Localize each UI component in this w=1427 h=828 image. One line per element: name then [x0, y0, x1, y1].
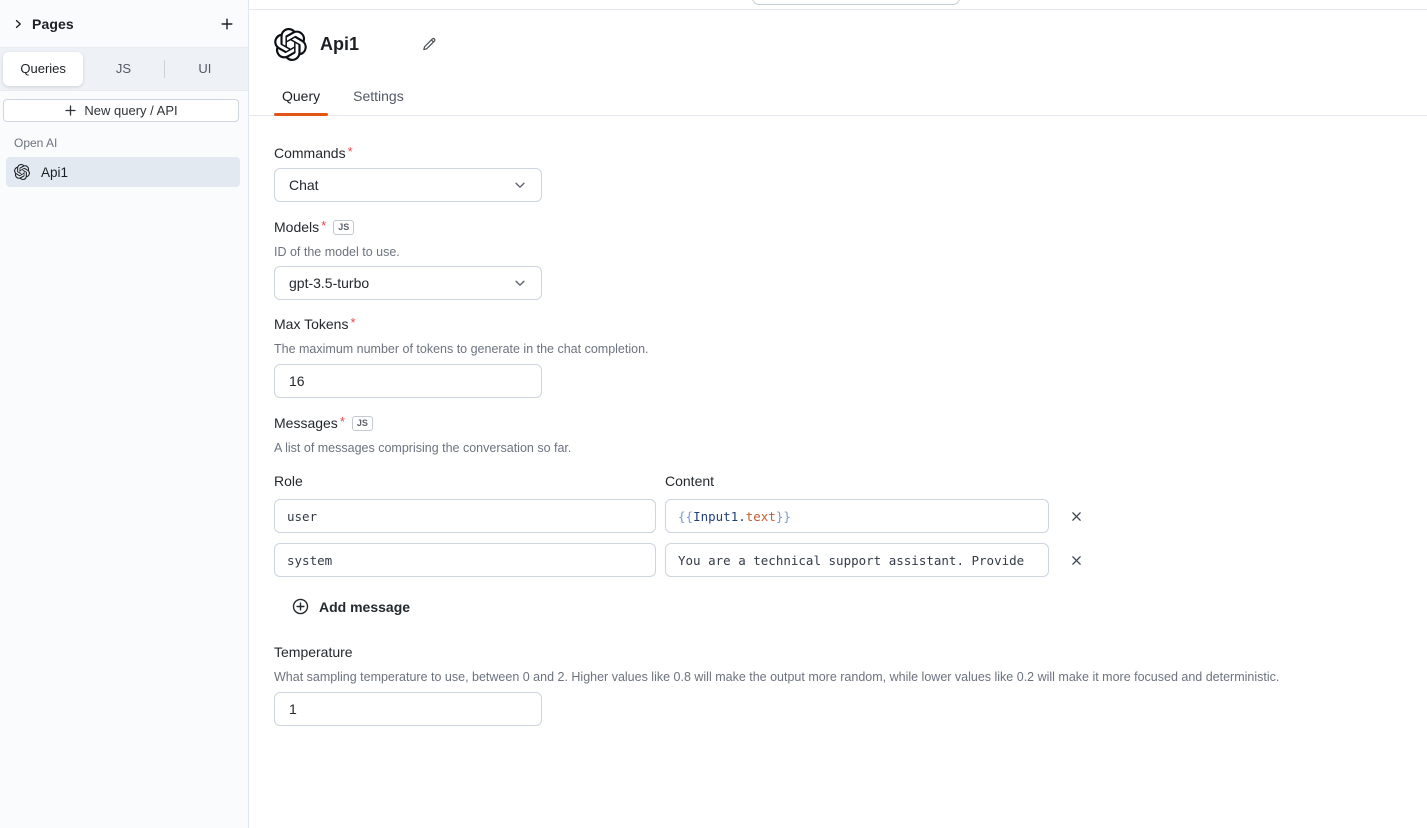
- query-settings-tabs: Query Settings: [249, 61, 1427, 116]
- delete-message-button[interactable]: [1066, 550, 1087, 571]
- plus-icon: [220, 17, 234, 31]
- query-header: Api1: [249, 10, 1427, 61]
- chevron-down-icon: [513, 276, 527, 290]
- tab-queries[interactable]: Queries: [3, 52, 83, 86]
- chevron-down-icon: [513, 178, 527, 192]
- openai-logo-icon: [14, 164, 30, 180]
- message-content-input[interactable]: You are a technical support assistant. P…: [665, 543, 1049, 577]
- canvas-widget-remnant: [752, 0, 960, 5]
- pages-title: Pages: [32, 16, 74, 32]
- tab-settings[interactable]: Settings: [345, 88, 412, 115]
- tab-query[interactable]: Query: [274, 88, 328, 115]
- add-page-button[interactable]: [218, 15, 236, 33]
- add-message-label: Add message: [319, 599, 410, 615]
- new-query-label: New query / API: [84, 103, 177, 118]
- query-title: Api1: [320, 34, 359, 55]
- models-label: Models* JS: [274, 219, 1402, 236]
- sidebar-item-api1[interactable]: Api1: [6, 157, 240, 187]
- messages-label: Messages* JS: [274, 415, 1402, 432]
- js-toggle-badge[interactable]: JS: [352, 416, 373, 431]
- new-query-button[interactable]: New query / API: [3, 99, 239, 122]
- message-content-input[interactable]: {{Input1.text}}: [665, 499, 1049, 533]
- sidebar: Pages Queries JS UI New query / API Open…: [0, 0, 249, 828]
- role-column-header: Role: [274, 473, 656, 489]
- temperature-description: What sampling temperature to use, betwee…: [274, 670, 1402, 684]
- add-message-button[interactable]: Add message: [286, 597, 416, 616]
- pages-header: Pages: [0, 0, 248, 48]
- chevron-right-icon[interactable]: [10, 16, 26, 32]
- max-tokens-description: The maximum number of tokens to generate…: [274, 342, 1402, 356]
- models-description: ID of the model to use.: [274, 245, 1402, 259]
- messages-grid: Role Content user {{Input1.text}} system…: [274, 473, 1402, 577]
- temperature-input[interactable]: [274, 692, 542, 726]
- sidebar-item-label: Api1: [41, 165, 68, 180]
- messages-description: A list of messages comprising the conver…: [274, 441, 1402, 455]
- max-tokens-input[interactable]: [274, 364, 542, 398]
- commands-select-value: Chat: [289, 177, 319, 193]
- close-icon: [1070, 554, 1083, 567]
- entity-explorer-tabs: Queries JS UI: [0, 48, 248, 91]
- models-select[interactable]: gpt-3.5-turbo: [274, 266, 542, 300]
- temperature-label: Temperature: [274, 644, 1402, 661]
- required-marker: *: [350, 314, 355, 331]
- close-icon: [1070, 510, 1083, 523]
- required-marker: *: [348, 143, 353, 160]
- required-marker: *: [321, 217, 326, 234]
- commands-select[interactable]: Chat: [274, 168, 542, 202]
- message-role-input[interactable]: user: [274, 499, 656, 533]
- canvas-top-strip: [249, 0, 1427, 10]
- models-select-value: gpt-3.5-turbo: [289, 275, 369, 291]
- max-tokens-label: Max Tokens*: [274, 316, 1402, 333]
- plus-icon: [64, 104, 77, 117]
- pencil-icon: [422, 37, 437, 52]
- query-group-title: Open AI: [14, 136, 248, 150]
- delete-message-button[interactable]: [1066, 506, 1087, 527]
- js-toggle-badge[interactable]: JS: [333, 220, 354, 235]
- plus-circle-icon: [292, 598, 309, 615]
- query-editor-panel: Api1 Query Settings Commands* Chat Model…: [249, 0, 1427, 828]
- rename-query-button[interactable]: [419, 34, 440, 55]
- tab-ui[interactable]: UI: [165, 52, 245, 86]
- message-role-input[interactable]: system: [274, 543, 656, 577]
- content-column-header: Content: [665, 473, 1049, 489]
- required-marker: *: [340, 413, 345, 430]
- query-form: Commands* Chat Models* JS ID of the mode…: [249, 116, 1427, 726]
- openai-logo-icon: [274, 28, 307, 61]
- tab-js[interactable]: JS: [83, 52, 163, 86]
- commands-label: Commands*: [274, 145, 1402, 162]
